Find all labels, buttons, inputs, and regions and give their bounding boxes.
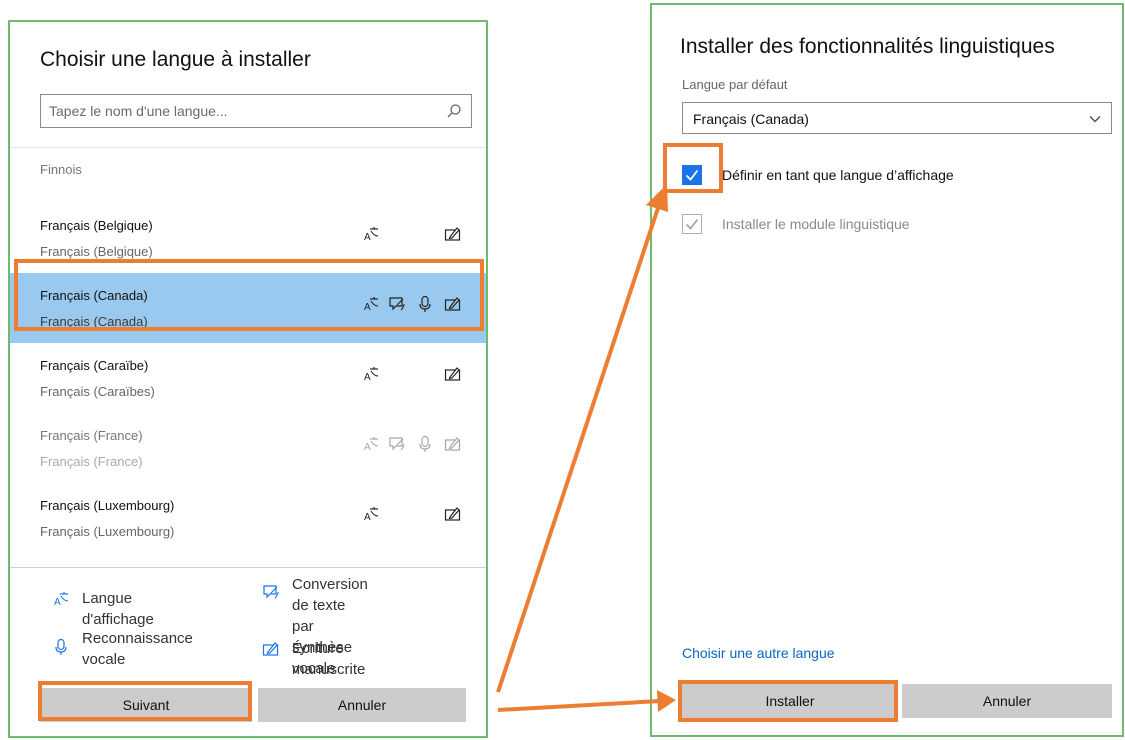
install-button[interactable]: Installer — [682, 684, 898, 718]
handwriting-icon — [444, 435, 462, 453]
language-item-fr-lu[interactable]: Français (Luxembourg) Français (Luxembou… — [10, 483, 486, 553]
legend-tts-line1: Conversion de texte — [292, 576, 368, 614]
language-item-fr-ca[interactable]: Français (Canada) Français (Canada) A — [10, 273, 486, 343]
search-input[interactable] — [41, 95, 439, 127]
language-name: Français (Belgique) — [40, 218, 153, 233]
install-features-dialog: Installer des fonctionnalités linguistiq… — [650, 3, 1124, 737]
display-language-checkbox[interactable] — [682, 165, 702, 185]
text-to-speech-icon — [388, 295, 406, 313]
display-language-icon: A — [362, 505, 380, 523]
chevron-down-icon — [1088, 112, 1102, 131]
language-name: Français (France) — [40, 428, 143, 443]
group-header: Finnois — [40, 162, 82, 177]
handwriting-icon — [444, 225, 462, 243]
language-native-name: Français (Caraïbes) — [40, 384, 155, 399]
svg-text:A: A — [364, 302, 371, 313]
default-language-label: Langue par défaut — [682, 77, 788, 92]
language-item-fr-be[interactable]: Français (Belgique) Français (Belgique) … — [10, 203, 486, 273]
choose-other-language-link[interactable]: Choisir une autre langue — [682, 645, 835, 661]
language-native-name: Français (France) — [40, 454, 143, 469]
handwriting-icon — [444, 365, 462, 383]
display-language-icon: A — [362, 295, 380, 313]
speech-recognition-icon — [416, 435, 434, 453]
cancel-button[interactable]: Annuler — [258, 688, 466, 722]
language-pack-checkbox — [682, 214, 702, 234]
speech-recognition-icon — [416, 295, 434, 313]
svg-text:A: A — [364, 442, 371, 453]
language-name: Français (Luxembourg) — [40, 498, 175, 513]
dialog-title: Installer des fonctionnalités linguistiq… — [680, 35, 1055, 58]
dialog-title: Choisir une langue à installer — [40, 48, 311, 71]
cancel-button[interactable]: Annuler — [902, 684, 1112, 718]
legend-speech-line1: Reconnaissance — [82, 630, 193, 647]
language-list[interactable]: Finnois Français (Belgique) Français (Be… — [10, 147, 486, 567]
display-language-checkbox-label[interactable]: Définir en tant que langue d’affichage — [722, 167, 954, 183]
language-item-fr-caribe[interactable]: Français (Caraïbe) Français (Caraïbes) A — [10, 343, 486, 413]
svg-text:A: A — [364, 512, 371, 523]
handwriting-icon — [262, 640, 280, 664]
handwriting-icon — [444, 505, 462, 523]
checkmark-icon — [685, 169, 699, 181]
default-language-select[interactable]: Français (Canada) — [682, 102, 1112, 134]
language-name: Français (Canada) — [40, 288, 148, 303]
language-native-name: Français (Belgique) — [40, 244, 153, 259]
default-language-value: Français (Canada) — [693, 111, 809, 127]
feature-legend: A Langue d'affichage Conversion de texte… — [10, 567, 486, 678]
language-native-name: Français (Canada) — [40, 314, 148, 329]
language-pack-checkbox-label: Installer le module linguistique — [722, 216, 910, 232]
display-language-icon: A — [52, 590, 70, 614]
language-name: Français (Caraïbe) — [40, 358, 149, 373]
text-to-speech-icon — [388, 435, 406, 453]
display-language-icon: A — [362, 435, 380, 453]
display-language-icon: A — [362, 365, 380, 383]
display-language-icon: A — [362, 225, 380, 243]
speech-recognition-icon — [52, 638, 70, 662]
search-icon[interactable] — [446, 103, 462, 124]
arrow-to-install — [497, 699, 661, 712]
legend-speech-line2: vocale — [82, 651, 126, 668]
handwriting-icon — [444, 295, 462, 313]
text-to-speech-icon — [262, 583, 280, 607]
language-native-name: Français (Luxembourg) — [40, 524, 175, 539]
arrow-to-checkbox — [496, 201, 662, 693]
checkmark-icon — [685, 219, 699, 230]
choose-language-dialog: Choisir une langue à installer Finnois F… — [8, 20, 488, 738]
svg-text:A: A — [364, 372, 371, 383]
next-button[interactable]: Suivant — [40, 688, 252, 722]
language-item-fr-fr: Français (France) Français (France) A — [10, 413, 486, 483]
svg-text:A: A — [364, 232, 371, 243]
search-box[interactable] — [40, 94, 472, 128]
svg-text:A: A — [54, 597, 61, 608]
